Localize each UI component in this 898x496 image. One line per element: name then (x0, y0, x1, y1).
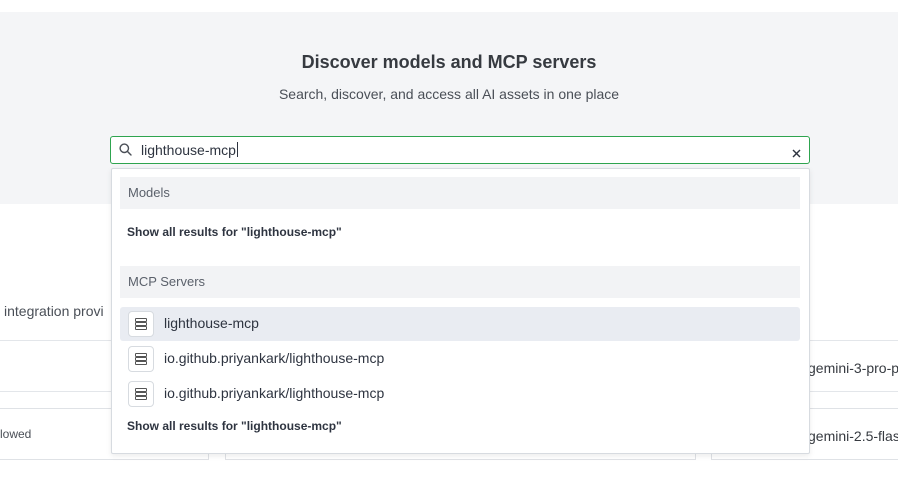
model-name-2[interactable]: gemini-2.5-flas (808, 428, 898, 444)
search-value[interactable]: lighthouse-mcp (141, 142, 238, 158)
server-icon (128, 346, 154, 372)
search-dropdown: Models Show all results for "lighthouse-… (111, 168, 810, 454)
search-icon (119, 143, 132, 161)
page-subtitle: Search, discover, and access all AI asse… (278, 86, 620, 102)
page-title: Discover models and MCP servers (301, 52, 597, 72)
mcp-result-label: io.github.priyankark/lighthouse-mcp (164, 385, 385, 401)
show-all-models-link[interactable]: Show all results for "lighthouse-mcp" (127, 225, 342, 239)
integration-provider-label: integration provi (4, 303, 104, 319)
show-all-mcp-link[interactable]: Show all results for "lighthouse-mcp" (127, 419, 342, 433)
mcp-result-item[interactable]: io.github.priyankark/lighthouse-mcp (120, 377, 800, 411)
mcp-servers-section-heading: MCP Servers (120, 266, 800, 298)
mcp-result-label: io.github.priyankark/lighthouse-mcp (164, 350, 385, 366)
allowed-status-text: lowed (0, 427, 32, 441)
server-icon (128, 311, 154, 337)
mcp-result-item[interactable]: lighthouse-mcp (120, 307, 800, 341)
search-input[interactable]: lighthouse-mcp (110, 136, 810, 164)
server-icon (128, 381, 154, 407)
close-icon[interactable] (792, 145, 801, 163)
mcp-result-label: lighthouse-mcp (164, 315, 259, 331)
mcp-result-item[interactable]: io.github.priyankark/lighthouse-mcp (120, 342, 800, 376)
model-name-1[interactable]: gemini-3-pro-p (808, 360, 898, 376)
models-section-heading: Models (120, 177, 800, 209)
